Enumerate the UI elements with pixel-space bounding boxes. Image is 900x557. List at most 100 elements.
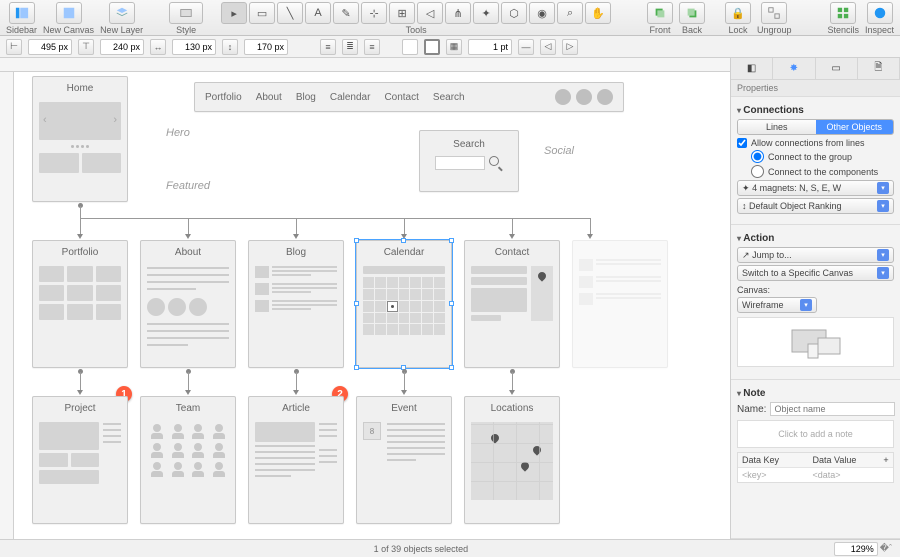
section-connections[interactable]: Connections: [737, 105, 894, 116]
switch-select[interactable]: Switch to a Specific Canvas▾: [737, 265, 894, 281]
action-select[interactable]: ↗ Jump to...▾: [737, 247, 894, 263]
nav-item: Contact: [384, 92, 418, 103]
selection-tool[interactable]: ▸: [221, 2, 247, 24]
data-table[interactable]: Data KeyData Value+ <key><data>: [737, 452, 894, 483]
new-canvas-button[interactable]: New Canvas: [43, 2, 94, 35]
card-title: Article: [249, 397, 343, 418]
front-button[interactable]: Front: [647, 2, 673, 35]
zoom-tool[interactable]: ⌕: [557, 2, 583, 24]
sidebar-toggle[interactable]: Sidebar: [6, 2, 37, 35]
ranking-select[interactable]: ↕ Default Object Ranking▾: [737, 198, 894, 214]
ungroup-button[interactable]: Ungroup: [757, 2, 792, 35]
inspector-tabs[interactable]: ◧ ✸ ▭ 🗎: [731, 58, 900, 80]
align-center-icon[interactable]: ≣: [342, 39, 358, 55]
h-field[interactable]: [244, 39, 288, 55]
shape-tool[interactable]: ⬡: [501, 2, 527, 24]
tab-object-icon[interactable]: ◧: [731, 58, 773, 79]
tab-canvas-icon[interactable]: ▭: [816, 58, 858, 79]
radio-group[interactable]: Connect to the group: [751, 150, 894, 163]
crop-tool[interactable]: ⊹: [361, 2, 387, 24]
pen-tool[interactable]: ✎: [333, 2, 359, 24]
card-event[interactable]: Event 8: [356, 396, 452, 524]
map-thumb: [471, 422, 553, 500]
height-icon[interactable]: ↕: [222, 39, 238, 55]
radio-components[interactable]: Connect to the components: [751, 165, 894, 178]
seg-lines[interactable]: Lines: [738, 120, 816, 134]
card-title: Event: [357, 397, 451, 418]
line-tool[interactable]: ╲: [277, 2, 303, 24]
tools-group: ▸ ▭ ╲ A ✎ ⊹ ⊞ ◁ ⋔ ✦ ⬡ ◉ ⌕ ✋ Tools: [221, 2, 611, 35]
card-article[interactable]: Article: [248, 396, 344, 524]
canvas-select[interactable]: Wireframe▾: [737, 297, 817, 313]
card-search[interactable]: Search: [419, 130, 519, 192]
name-label: Name:: [737, 404, 766, 415]
text-tool[interactable]: A: [305, 2, 331, 24]
section-note[interactable]: Note: [737, 388, 894, 399]
rect-tool[interactable]: ▭: [249, 2, 275, 24]
inspector-heading: Properties: [731, 80, 900, 97]
line-style-icon[interactable]: —: [518, 39, 534, 55]
point-tool[interactable]: ✦: [473, 2, 499, 24]
card-team[interactable]: Team: [140, 396, 236, 524]
align-left-icon[interactable]: ≡: [320, 39, 336, 55]
connect-tool[interactable]: ◁: [417, 2, 443, 24]
style-picker[interactable]: Style: [169, 2, 203, 35]
card-ghost[interactable]: [572, 240, 668, 368]
canvas[interactable]: Home ‹ › Portfolio About Blog: [14, 72, 730, 539]
align-x-icon[interactable]: ⊢: [6, 39, 22, 55]
card-navbar[interactable]: Portfolio About Blog Calendar Contact Se…: [194, 82, 624, 112]
note-input[interactable]: Click to add a note: [737, 420, 894, 448]
x-field[interactable]: [28, 39, 72, 55]
zoom-stepper-icon[interactable]: �ˆ: [880, 543, 892, 554]
inspect-button[interactable]: Inspect: [865, 2, 894, 35]
name-input[interactable]: [770, 402, 895, 416]
arrow-end-icon[interactable]: ▷: [562, 39, 578, 55]
node-tool[interactable]: ⋔: [445, 2, 471, 24]
nav-item: Search: [433, 92, 465, 103]
hand-tool[interactable]: ✋: [585, 2, 611, 24]
inspector-panel: ◧ ✸ ▭ 🗎 Properties Connections Lines Oth…: [730, 58, 900, 539]
card-project[interactable]: Project: [32, 396, 128, 524]
stamp-tool[interactable]: ◉: [529, 2, 555, 24]
card-title: Calendar: [357, 241, 451, 262]
align-y-icon[interactable]: ⊤: [78, 39, 94, 55]
social-circles: [555, 89, 613, 105]
card-home[interactable]: Home ‹ ›: [32, 76, 128, 202]
arrow-start-icon[interactable]: ◁: [540, 39, 556, 55]
w-field[interactable]: [172, 39, 216, 55]
stroke-swatch[interactable]: [424, 39, 440, 55]
nav-item: Portfolio: [205, 92, 242, 103]
card-blog[interactable]: Blog: [248, 240, 344, 368]
top-toolbar: Sidebar New Canvas New Layer Style ▸ ▭ ╲…: [0, 0, 900, 36]
new-layer-button[interactable]: New Layer: [100, 2, 143, 35]
ruler-horizontal: [0, 58, 730, 72]
back-button[interactable]: Back: [679, 2, 705, 35]
card-locations[interactable]: Locations: [464, 396, 560, 524]
card-contact[interactable]: Contact: [464, 240, 560, 368]
stroke-field[interactable]: [468, 39, 512, 55]
lock-button[interactable]: 🔒Lock: [725, 2, 751, 35]
connections-segment[interactable]: Lines Other Objects: [737, 119, 894, 135]
stencils-button[interactable]: Stencils: [827, 2, 859, 35]
fill-swatch[interactable]: [402, 39, 418, 55]
tab-properties-icon[interactable]: ✸: [773, 58, 815, 79]
seg-other[interactable]: Other Objects: [816, 120, 894, 134]
shadow-icon[interactable]: ▦: [446, 39, 462, 55]
chk-allow[interactable]: Allow connections from lines: [737, 138, 894, 148]
card-portfolio[interactable]: Portfolio: [32, 240, 128, 368]
magnets-select[interactable]: ✦ 4 magnets: N, S, E, W▾: [737, 180, 894, 196]
selection-status: 1 of 39 objects selected: [374, 544, 469, 554]
card-title: Portfolio: [33, 241, 127, 262]
card-calendar[interactable]: Calendar: [356, 240, 452, 368]
section-action[interactable]: Action: [737, 233, 894, 244]
nav-item: Blog: [296, 92, 316, 103]
align-right-icon[interactable]: ≡: [364, 39, 380, 55]
tab-document-icon[interactable]: 🗎: [858, 58, 900, 79]
calendar-grid: [363, 277, 445, 335]
y-field[interactable]: [100, 39, 144, 55]
card-about[interactable]: About: [140, 240, 236, 368]
zoom-field[interactable]: [834, 542, 878, 556]
diagram-tool[interactable]: ⊞: [389, 2, 415, 24]
annotation-social: Social: [544, 145, 574, 157]
width-icon[interactable]: ↔: [150, 39, 166, 55]
